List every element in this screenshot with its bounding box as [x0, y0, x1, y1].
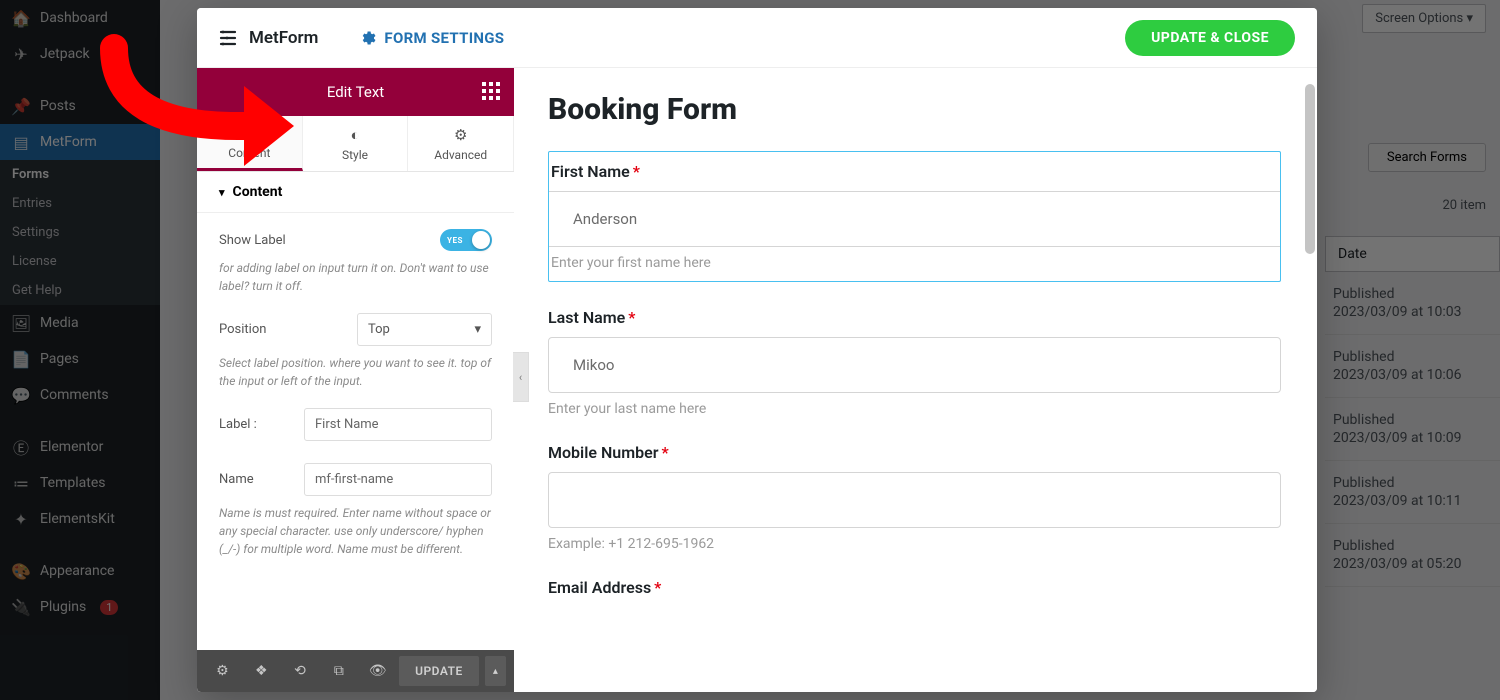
eye-icon: 👁 [369, 663, 387, 679]
form-preview: Booking Form First Name* Enter your firs… [514, 68, 1317, 692]
tab-style[interactable]: ◐Style [303, 116, 409, 171]
first-name-input[interactable] [549, 191, 1280, 247]
layers-icon: ❖ [255, 663, 268, 679]
form-field-last-name[interactable]: Last Name* Enter your last name here [548, 308, 1281, 417]
brand: MetForm [219, 28, 318, 48]
history-button[interactable]: ⟲ [283, 656, 318, 686]
gear-icon: ⚙ [216, 663, 229, 679]
editor-panel: Edit Text ✎Content ◐Style ⚙Advanced Cont… [197, 68, 514, 692]
update-close-button[interactable]: UPDATE & CLOSE [1125, 20, 1295, 56]
apps-icon[interactable] [482, 82, 500, 100]
last-name-input[interactable] [548, 337, 1281, 393]
pencil-icon: ✎ [243, 124, 256, 142]
tab-content[interactable]: ✎Content [197, 116, 303, 171]
form-field-email[interactable]: Email Address* [548, 578, 1281, 597]
label-field-label: Label : [219, 417, 304, 432]
name-field-label: Name [219, 472, 304, 487]
tab-advanced[interactable]: ⚙Advanced [408, 116, 514, 171]
navigator-button[interactable]: ❖ [244, 656, 279, 686]
panel-settings-button[interactable]: ⚙ [205, 656, 240, 686]
field-description: Example: +1 212-695-1962 [548, 536, 1281, 552]
form-settings-link[interactable]: FORM SETTINGS [358, 29, 504, 47]
history-icon: ⟲ [294, 663, 306, 679]
chevron-up-icon: ▴ [493, 666, 498, 677]
form-field-first-name[interactable]: First Name* Enter your first name here [548, 151, 1281, 282]
required-mark: * [661, 443, 668, 462]
name-hint: Name is must required. Enter name withou… [219, 504, 492, 558]
form-field-mobile[interactable]: Mobile Number* Example: +1 212-695-1962 [548, 443, 1281, 552]
chevron-left-icon: ‹ [519, 371, 522, 384]
collapse-panel-button[interactable]: ‹ [513, 352, 529, 402]
form-settings-label: FORM SETTINGS [384, 29, 504, 47]
required-mark: * [654, 578, 661, 597]
gear-icon [358, 29, 376, 47]
accordion-content[interactable]: Content [197, 172, 514, 213]
scrollbar[interactable] [1305, 84, 1315, 254]
show-label-toggle[interactable]: YES [440, 229, 492, 251]
panel-title: Edit Text [197, 68, 514, 116]
mobile-input[interactable] [548, 472, 1281, 528]
position-hint: Select label position. where you want to… [219, 354, 492, 390]
show-label-label: Show Label [219, 233, 440, 248]
form-editor-modal: MetForm FORM SETTINGS UPDATE & CLOSE Edi… [197, 8, 1317, 692]
required-mark: * [633, 162, 640, 181]
responsive-button[interactable]: ⧉ [321, 656, 356, 686]
update-button[interactable]: UPDATE [399, 656, 479, 686]
form-title: Booking Form [548, 92, 1281, 127]
brand-icon [219, 29, 237, 47]
required-mark: * [628, 308, 635, 327]
position-label: Position [219, 322, 357, 337]
contrast-icon: ◐ [350, 126, 359, 144]
label-input[interactable] [304, 408, 492, 441]
brand-label: MetForm [249, 28, 318, 48]
preview-button[interactable]: 👁 [360, 656, 395, 686]
show-label-hint: for adding label on input turn it on. Do… [219, 259, 492, 295]
name-input[interactable] [304, 463, 492, 496]
update-dropdown[interactable]: ▴ [485, 656, 506, 686]
devices-icon: ⧉ [334, 663, 344, 679]
field-description: Enter your first name here [549, 255, 1280, 271]
field-description: Enter your last name here [548, 401, 1281, 417]
gear-icon: ⚙ [454, 126, 467, 144]
position-select[interactable]: Top▾ [357, 313, 492, 346]
chevron-down-icon: ▾ [474, 322, 481, 337]
